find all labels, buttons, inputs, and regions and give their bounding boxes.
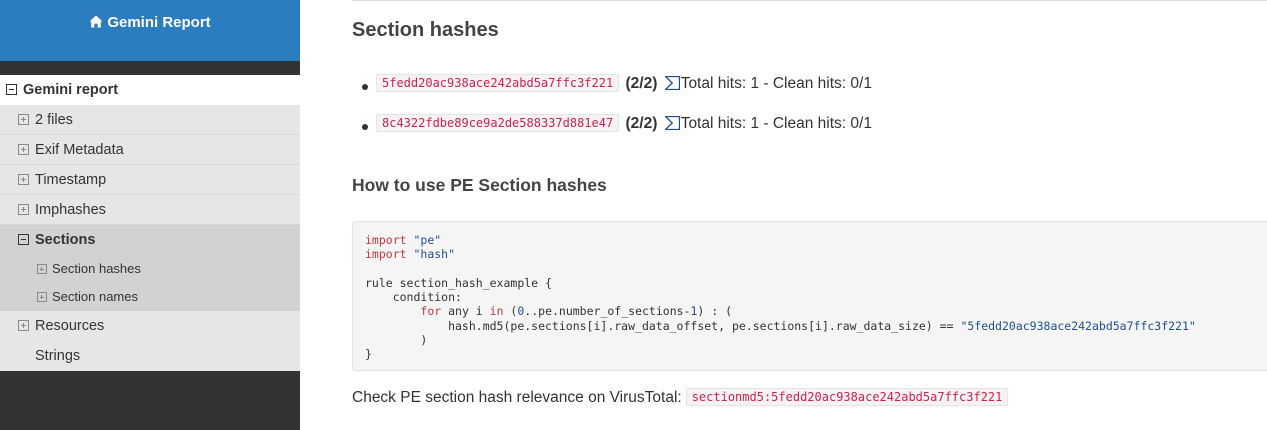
expand-icon[interactable] bbox=[18, 203, 29, 215]
code-keyword: import bbox=[365, 233, 407, 247]
hash-list: 5fedd20ac938ace242abd5a7ffc3f221 (2/2) T… bbox=[352, 74, 872, 155]
nav-item-exif-metadata[interactable]: Exif Metadata bbox=[0, 135, 300, 165]
nav-item-section-hashes[interactable]: Section hashes bbox=[0, 255, 300, 283]
list-item: 8c4322fdbe89ce9a2de588337d881e47 (2/2) T… bbox=[352, 114, 872, 155]
sidebar: Gemini Report Gemini report 2 files Exif… bbox=[0, 0, 300, 430]
nav-item-label: Section hashes bbox=[52, 261, 141, 276]
hash-summary: Total hits: 1 - Clean hits: 0/1 bbox=[680, 75, 872, 92]
nav-item-label: Exif Metadata bbox=[35, 142, 124, 158]
sidebar-nav: Gemini report 2 files Exif Metadata Time… bbox=[0, 75, 300, 371]
brand-link[interactable]: Gemini Report bbox=[0, 0, 300, 61]
code-text: any i bbox=[441, 304, 490, 319]
code-line: for any i in (0..pe.number_of_sections-1… bbox=[365, 304, 1255, 318]
howto-title: How to use PE Section hashes bbox=[352, 175, 607, 195]
virustotal-query[interactable]: sectionmd5:5fedd20ac938ace242abd5a7ffc3f… bbox=[685, 388, 1009, 406]
virustotal-check: Check PE section hash relevance on Virus… bbox=[352, 388, 1009, 407]
check-text: Check PE section hash relevance on Virus… bbox=[352, 389, 682, 406]
hash-value[interactable]: 5fedd20ac938ace242abd5a7ffc3f221 bbox=[376, 74, 620, 92]
expand-icon[interactable] bbox=[18, 173, 29, 185]
code-text: ) : ( bbox=[697, 304, 733, 319]
nav-item-label: Section names bbox=[52, 289, 138, 304]
code-line: condition: bbox=[365, 290, 462, 305]
divider bbox=[352, 0, 1267, 1]
virustotal-icon[interactable] bbox=[664, 116, 680, 130]
code-string: "5fedd20ac938ace242abd5a7ffc3f221" bbox=[960, 318, 1196, 333]
nav-item-gemini-report[interactable]: Gemini report bbox=[0, 75, 300, 105]
code-line: import "pe" bbox=[365, 233, 1255, 247]
code-text: ..pe.number_of_sections- bbox=[524, 304, 691, 319]
expand-icon[interactable] bbox=[18, 143, 29, 155]
code-keyword: in bbox=[489, 304, 504, 319]
expand-icon[interactable] bbox=[18, 113, 29, 125]
list-item: 5fedd20ac938ace242abd5a7ffc3f221 (2/2) T… bbox=[352, 74, 872, 115]
hash-value[interactable]: 8c4322fdbe89ce9a2de588337d881e47 bbox=[376, 114, 620, 132]
main-content: Section hashes 5fedd20ac938ace242abd5a7f… bbox=[300, 0, 1267, 430]
nav-item-label: Sections bbox=[35, 232, 96, 248]
virustotal-icon[interactable] bbox=[664, 76, 680, 90]
code-line: rule section_hash_example { bbox=[365, 275, 552, 290]
nav-item-label: Gemini report bbox=[23, 82, 119, 98]
nav-item-section-names[interactable]: Section names bbox=[0, 283, 300, 311]
nav-item-label: 2 files bbox=[35, 112, 73, 128]
code-keyword: for bbox=[420, 304, 442, 319]
collapse-icon[interactable] bbox=[18, 234, 29, 245]
nav-item-imphashes[interactable]: Imphashes bbox=[0, 195, 300, 225]
code-string: "hash" bbox=[413, 247, 456, 262]
nav-item-label: Timestamp bbox=[35, 172, 107, 188]
nav-item-files[interactable]: 2 files bbox=[0, 105, 300, 135]
nav-item-resources[interactable]: Resources bbox=[0, 311, 300, 341]
nav-item-timestamp[interactable]: Timestamp bbox=[0, 165, 300, 195]
page-title: Section hashes bbox=[352, 19, 499, 41]
code-line: ) bbox=[365, 333, 428, 348]
hash-ratio: (2/2) bbox=[625, 115, 658, 132]
expand-icon[interactable] bbox=[18, 320, 29, 331]
expand-icon[interactable] bbox=[37, 292, 47, 302]
nav-item-label: Strings bbox=[35, 348, 81, 364]
brand-title: Gemini Report bbox=[107, 14, 211, 31]
code-line: hash.md5(pe.sections[i].raw_data_offset,… bbox=[365, 319, 1255, 333]
code-line: import "hash" bbox=[365, 247, 1255, 261]
nav-item-strings[interactable]: Strings bbox=[0, 341, 300, 371]
yara-code-block[interactable]: import "pe" import "hash" rule section_has… bbox=[352, 221, 1267, 371]
hash-ratio: (2/2) bbox=[625, 75, 658, 92]
expand-icon[interactable] bbox=[37, 264, 47, 274]
home-icon bbox=[89, 15, 103, 28]
nav-item-label: Imphashes bbox=[35, 202, 106, 218]
code-string: "pe" bbox=[413, 233, 442, 247]
nav-item-label: Resources bbox=[35, 318, 105, 334]
code-line: } bbox=[365, 347, 372, 362]
collapse-icon[interactable] bbox=[6, 84, 17, 95]
code-text: ( bbox=[503, 304, 518, 319]
nav-item-sections[interactable]: Sections bbox=[0, 225, 300, 255]
code-keyword: import bbox=[365, 247, 407, 262]
code-text: hash.md5(pe.sections[i].raw_data_offset,… bbox=[365, 318, 961, 333]
hash-summary: Total hits: 1 - Clean hits: 0/1 bbox=[680, 115, 872, 132]
